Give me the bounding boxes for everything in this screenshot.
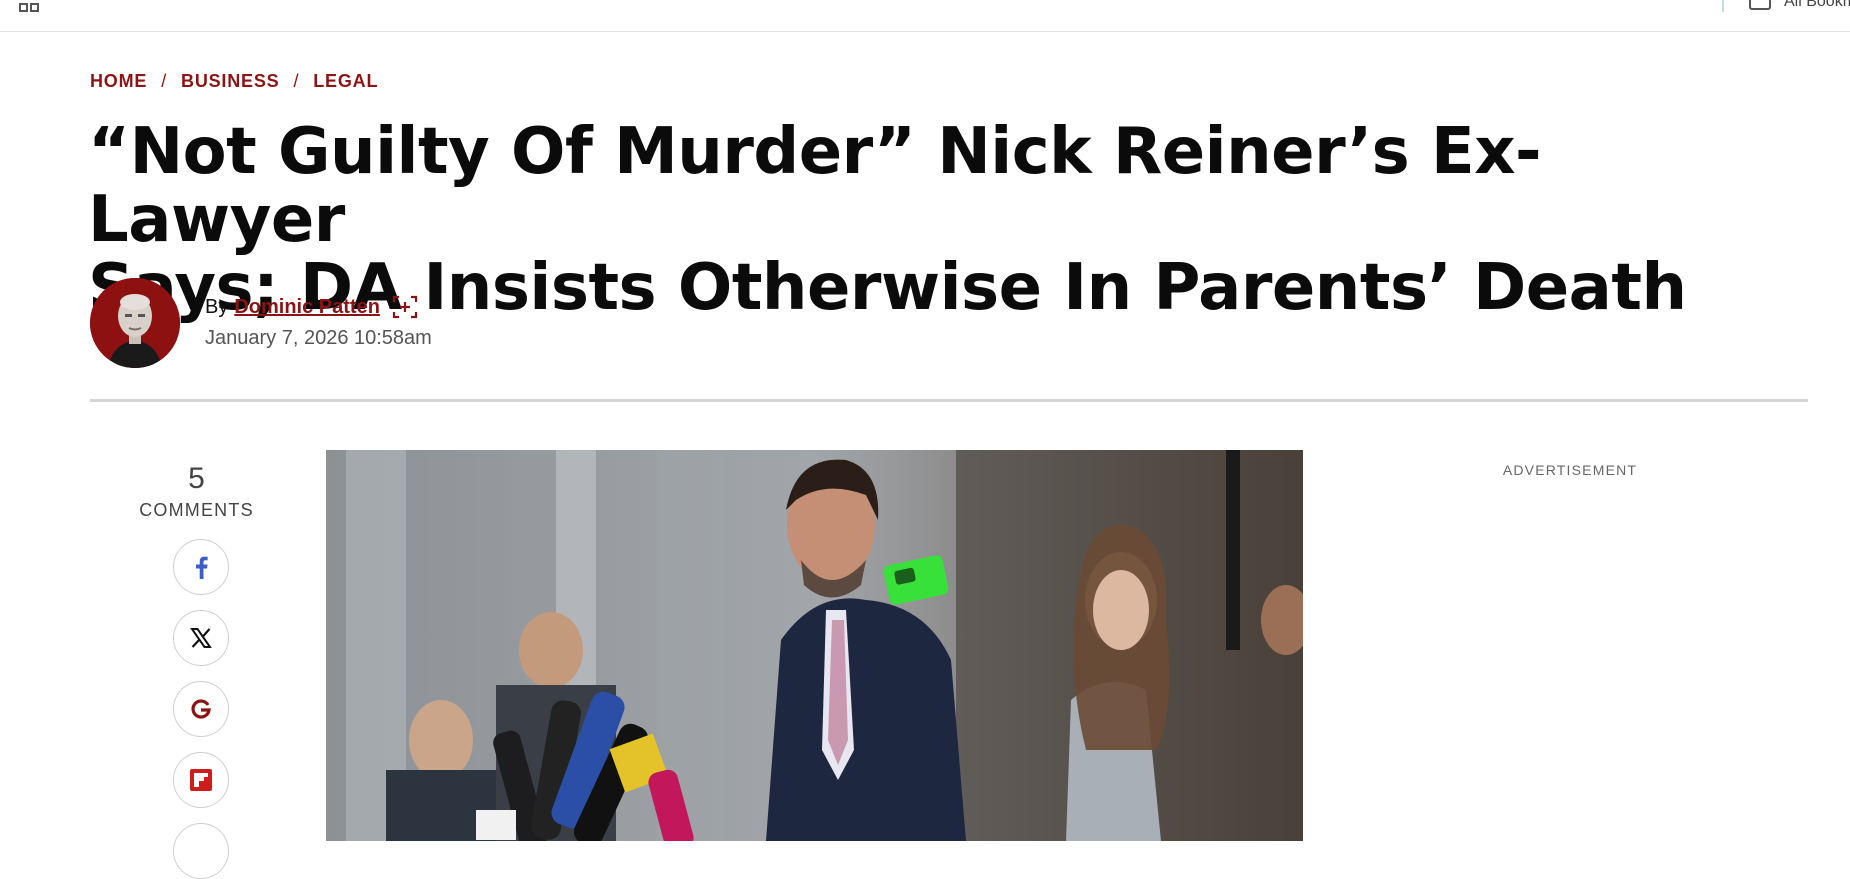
publish-date: January 7, 2026 10:58am [205,327,432,349]
author-link[interactable]: Dominic Patten [234,296,380,319]
comment-label: COMMENTS [139,500,254,520]
comments-counter[interactable]: 5 COMMENTS [120,462,273,521]
byline-prefix: By [205,295,229,318]
article-headline: “Not Guilty Of Murder” Nick Reiner’s Ex-… [88,118,1788,322]
share-more-button[interactable] [173,823,229,879]
folder-icon [1749,0,1771,10]
breadcrumb-separator: / [293,71,300,91]
bookmarks-divider [1722,0,1724,12]
breadcrumb: HOME / BUSINESS / LEGAL [90,71,378,92]
share-flipboard-button[interactable] [173,752,229,808]
follow-author-plus-icon[interactable] [392,295,418,319]
breadcrumb-home[interactable]: HOME [90,71,147,92]
share-x-button[interactable] [173,610,229,666]
breadcrumb-business[interactable]: BUSINESS [181,71,279,92]
author-avatar[interactable] [90,278,180,368]
browser-bookmarks-bar: All Bookmarks [0,0,1850,32]
breadcrumb-legal[interactable]: LEGAL [313,71,378,92]
all-bookmarks-label: All Bookmarks [1784,0,1850,10]
byline: By Dominic Patten [205,295,418,319]
advertisement-label: ADVERTISEMENT [1502,462,1638,478]
share-facebook-button[interactable] [173,539,229,595]
google-icon [191,699,211,719]
all-bookmarks-button[interactable]: All Bookmarks [1748,0,1850,12]
x-icon [190,628,212,648]
headline-line-1: “Not Guilty Of Murder” Nick Reiner’s Ex-… [88,115,1542,257]
article-hero-image[interactable] [326,450,1303,841]
facebook-icon [196,556,208,579]
share-google-button[interactable] [173,681,229,737]
apps-grid-icon[interactable] [18,0,42,14]
breadcrumb-separator: / [161,71,168,91]
flipboard-icon [190,769,212,791]
comment-count: 5 [188,462,205,495]
header-divider [90,399,1808,402]
